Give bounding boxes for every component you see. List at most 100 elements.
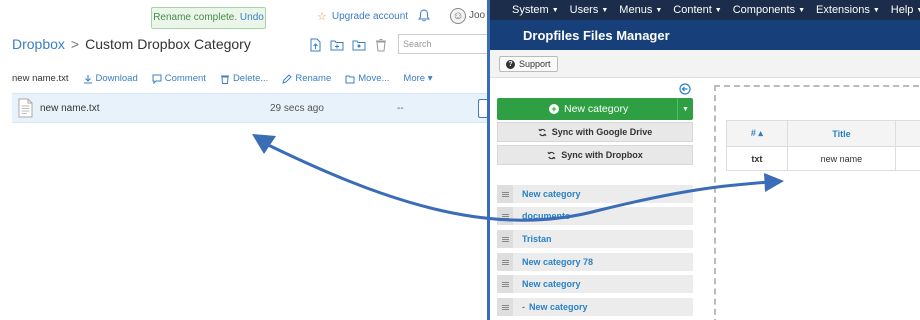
table-row[interactable]: txt new name	[726, 146, 920, 171]
menu-components-label: Components	[732, 4, 796, 16]
subcategory-prefix: -	[522, 302, 525, 312]
more-label: More	[403, 73, 426, 84]
menu-components[interactable]: Components ▼	[733, 4, 805, 16]
category-label: New category	[529, 302, 588, 312]
download-icon	[83, 74, 92, 83]
file-name: new name.txt	[40, 103, 100, 114]
admin-menu-bar: System ▼ Users ▼ Menus ▼ Content ▼ Component…	[490, 0, 920, 20]
category-label: New category 78	[522, 257, 594, 267]
username[interactable]: Joo	[469, 10, 485, 21]
new-category-button[interactable]: + New category ▼	[497, 98, 693, 120]
drag-handle-icon[interactable]	[497, 230, 513, 248]
table-header-row: # ▴ Title	[726, 120, 920, 147]
support-button[interactable]: ? Support	[499, 56, 558, 72]
upgrade-label: Upgrade account	[331, 11, 409, 22]
sync-dropbox-label: Sync with Dropbox	[561, 150, 643, 160]
comment-button[interactable]: Comment	[152, 73, 206, 84]
menu-content[interactable]: Content ▼	[673, 4, 721, 16]
bell-icon[interactable]	[418, 9, 430, 22]
toolbar: ? Support	[490, 50, 920, 78]
avatar[interactable]: ☺	[450, 8, 466, 24]
drag-handle-icon[interactable]	[497, 253, 513, 271]
file-title-cell: new name	[786, 146, 897, 171]
chevron-down-icon: ▾	[427, 73, 433, 84]
menu-system[interactable]: System ▼	[512, 4, 559, 16]
delete-icon	[220, 75, 229, 84]
breadcrumb-current: Custom Dropbox Category	[85, 36, 251, 52]
menu-menus[interactable]: Menus ▼	[619, 4, 662, 16]
trash-icon[interactable]	[374, 38, 388, 52]
rename-icon	[282, 73, 293, 84]
category-item[interactable]: New category	[497, 275, 693, 293]
sync-icon	[547, 151, 556, 159]
sync-icon	[538, 128, 547, 136]
caret-down-icon: ▼	[872, 6, 880, 14]
category-label: Tristan	[522, 234, 552, 244]
new-category-label: New category	[564, 103, 629, 115]
file-extra-cell	[895, 146, 920, 171]
undo-link[interactable]: Undo	[240, 12, 264, 23]
category-item[interactable]: New category 78	[497, 253, 693, 271]
download-label: Download	[95, 73, 138, 84]
column-number-label: #	[750, 128, 756, 138]
menu-help[interactable]: Help ▼	[891, 4, 920, 16]
file-modified: 29 secs ago	[270, 103, 324, 114]
category-item[interactable]: Tristan	[497, 230, 693, 248]
drag-handle-icon[interactable]	[497, 185, 513, 203]
breadcrumb-separator: >	[70, 36, 80, 52]
page-header: Dropfiles Files Manager	[490, 20, 920, 50]
support-label: Support	[519, 59, 551, 69]
joomla-panel: System ▼ Users ▼ Menus ▼ Content ▼ Component…	[487, 0, 920, 320]
file-row-selector[interactable]	[478, 99, 487, 118]
plus-icon: +	[549, 104, 559, 114]
help-icon: ?	[506, 59, 515, 69]
dropbox-panel: Rename complete. Undo ☆ Upgrade account …	[0, 0, 488, 320]
delete-button[interactable]: Delete...	[220, 73, 268, 84]
move-button[interactable]: Move...	[345, 73, 389, 84]
rename-button[interactable]: Rename	[282, 73, 331, 84]
collapse-arrow-icon[interactable]	[679, 83, 691, 95]
breadcrumb-root[interactable]: Dropbox	[12, 36, 65, 52]
more-menu-button[interactable]: More ▾	[403, 73, 432, 84]
caret-down-icon: ▼	[798, 6, 806, 14]
file-row[interactable]: new name.txt 29 secs ago --	[12, 93, 487, 123]
category-item[interactable]: - New category	[497, 298, 693, 316]
drag-handle-icon[interactable]	[497, 207, 513, 225]
menu-users[interactable]: Users ▼	[570, 4, 609, 16]
menu-content-label: Content	[673, 4, 712, 16]
upgrade-account-link[interactable]: ☆ Upgrade account	[317, 10, 408, 23]
menu-extensions-label: Extensions	[816, 4, 870, 16]
sync-google-drive-button[interactable]: Sync with Google Drive	[497, 122, 693, 142]
menu-extensions[interactable]: Extensions ▼	[816, 4, 880, 16]
move-label: Move...	[358, 73, 390, 84]
file-size: --	[397, 103, 404, 114]
download-button[interactable]: Download	[83, 73, 138, 84]
comment-label: Comment	[164, 73, 206, 84]
sync-dropbox-button[interactable]: Sync with Dropbox	[497, 145, 693, 165]
column-header-title[interactable]: Title	[786, 120, 897, 147]
toast-text: Rename complete.	[153, 12, 238, 23]
move-icon	[345, 75, 355, 83]
page-title: Dropfiles Files Manager	[523, 28, 670, 43]
sort-asc-icon: ▴	[758, 128, 763, 138]
search-input[interactable]: Search	[398, 34, 488, 54]
upload-icon[interactable]	[308, 38, 322, 52]
menu-menus-label: Menus	[619, 4, 653, 16]
column-header-number[interactable]: # ▴	[726, 120, 788, 147]
dropdown-caret-icon[interactable]: ▼	[677, 98, 693, 120]
delete-label: Delete...	[232, 73, 269, 84]
category-item[interactable]: New category	[497, 185, 693, 203]
category-item[interactable]: documents	[497, 207, 693, 225]
drag-handle-icon[interactable]	[497, 298, 513, 316]
rename-toast: Rename complete. Undo	[151, 7, 266, 29]
drag-handle-icon[interactable]	[497, 275, 513, 293]
menu-help-label: Help	[890, 4, 914, 16]
new-folder-icon[interactable]	[330, 38, 344, 52]
screenshot: Rename complete. Undo ☆ Upgrade account …	[0, 0, 920, 320]
caret-down-icon: ▼	[601, 6, 609, 14]
menu-users-label: Users	[569, 4, 599, 16]
files-table: # ▴ Title txt new name	[726, 120, 920, 171]
shared-folder-icon[interactable]	[352, 38, 366, 52]
column-header-extra	[895, 120, 920, 147]
file-ext-cell: txt	[726, 146, 788, 171]
